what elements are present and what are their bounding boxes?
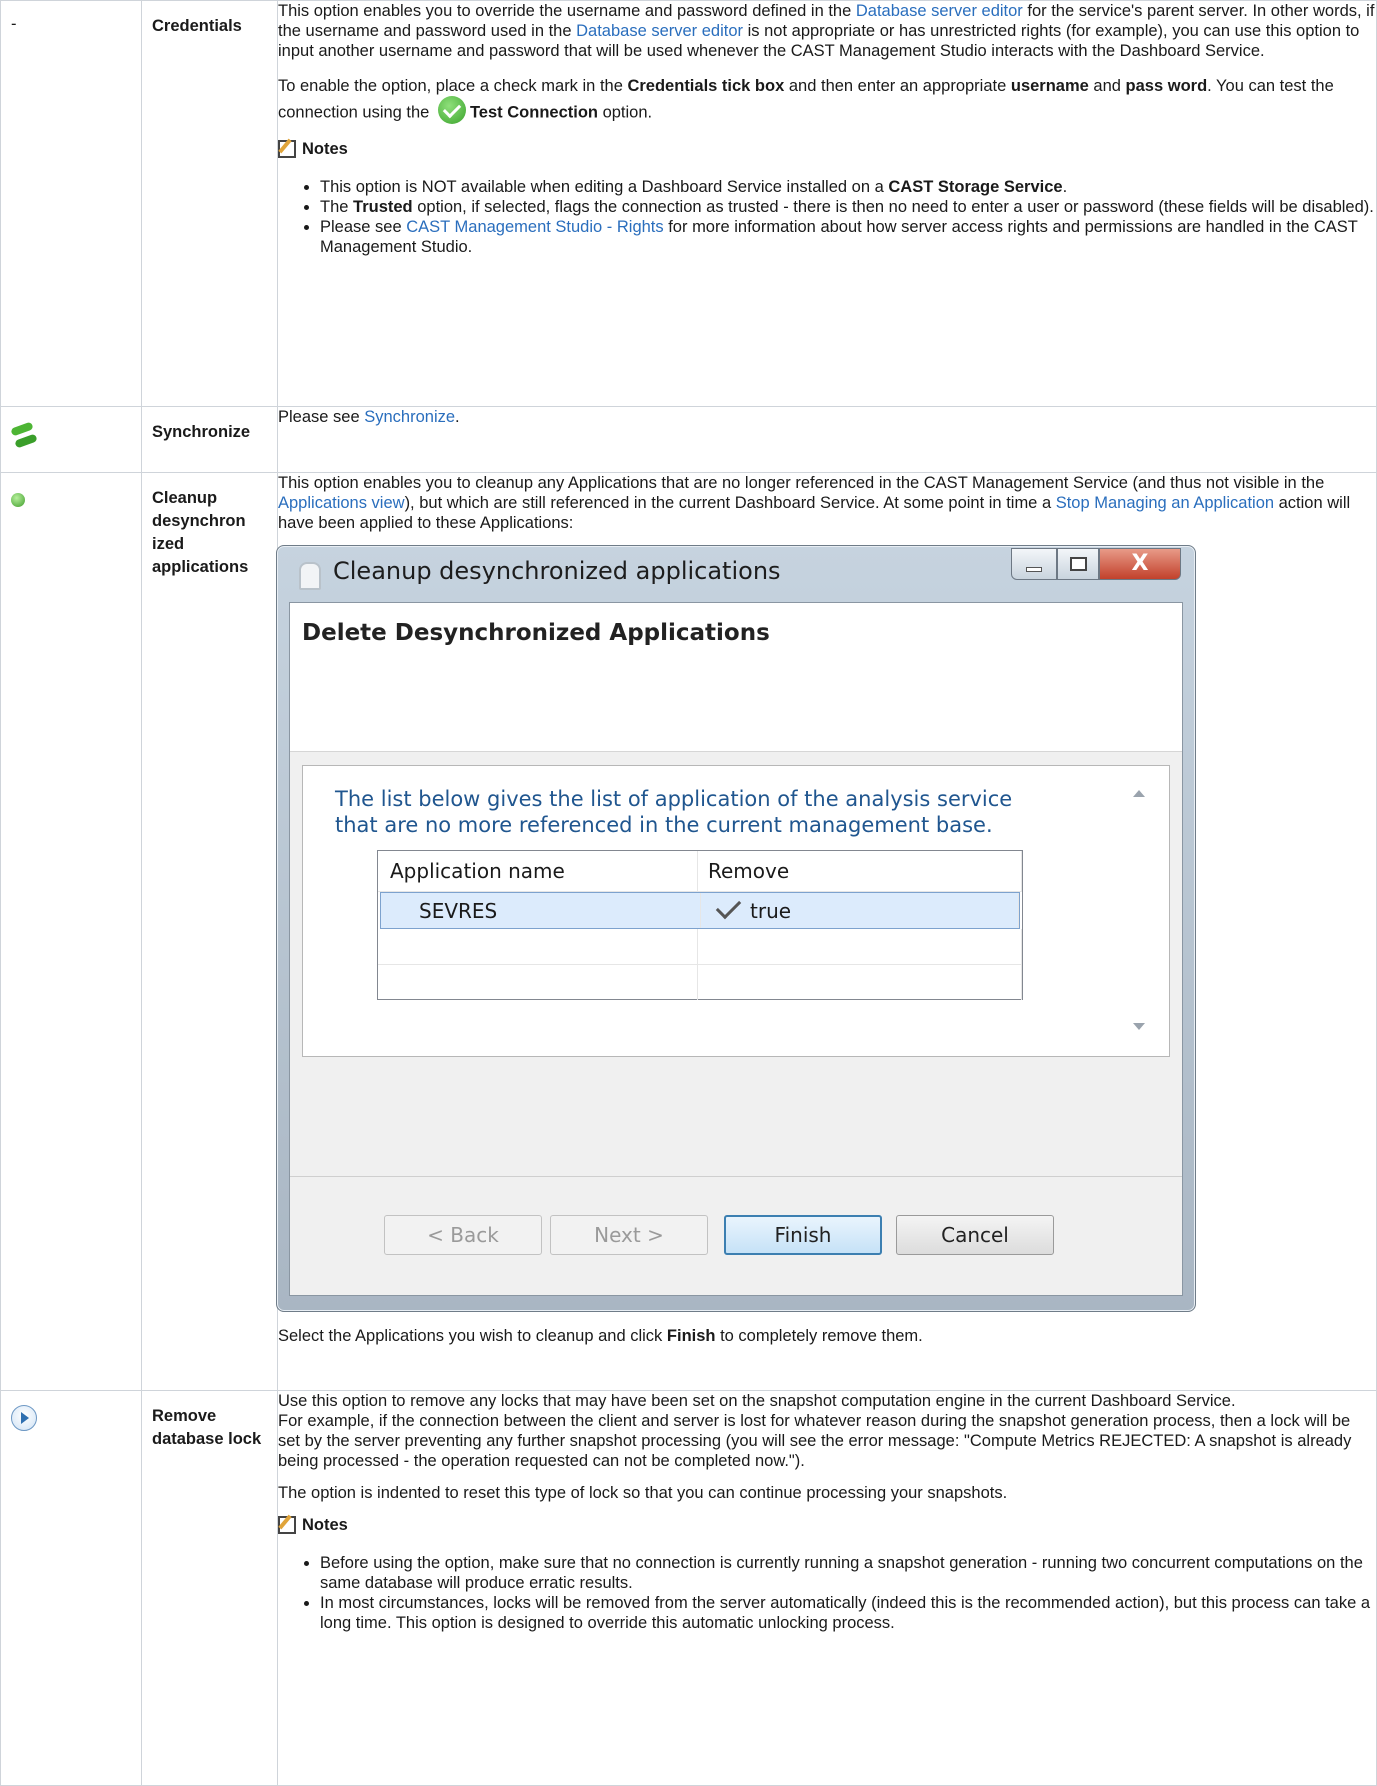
scroll-down-icon[interactable] (1133, 1023, 1145, 1030)
synchronize-link[interactable]: Synchronize (364, 408, 455, 426)
database-server-editor-link-2[interactable]: Database server editor (576, 22, 743, 40)
lock-paragraph-1b: For example, if the connection between t… (278, 1412, 1352, 1470)
dialog-heading: Delete Desynchronized Applications (302, 620, 770, 646)
database-server-editor-link[interactable]: Database server editor (856, 2, 1023, 20)
list-item: The Trusted option, if selected, flags t… (320, 197, 1376, 217)
row-icon-cell (0, 406, 142, 473)
synchronize-paragraph: Please see Synchronize. (278, 408, 460, 426)
list-item: Before using the option, make sure that … (320, 1553, 1376, 1593)
option-name: Remove database lock (152, 1407, 262, 1448)
row-icon-cell: - (0, 0, 142, 407)
notes-list: This option is NOT available when editin… (278, 177, 1376, 257)
table-row (378, 965, 1022, 1000)
table-header: Application name Remove (378, 851, 1022, 892)
notes-list: Before using the option, make sure that … (278, 1553, 1376, 1633)
table-row[interactable]: SEVRES true (380, 892, 1020, 929)
next-button[interactable]: Next > (550, 1215, 708, 1255)
test-connection-icon (437, 96, 466, 124)
option-description-cell: This option enables you to override the … (277, 0, 1377, 407)
applications-view-link[interactable]: Applications view (278, 494, 405, 512)
sync-icon (9, 419, 39, 449)
close-button[interactable]: X (1099, 548, 1181, 580)
play-icon (11, 1405, 37, 1431)
dialog-header: Delete Desynchronized Applications (290, 603, 1182, 752)
column-header[interactable]: Application name (378, 851, 698, 891)
cancel-button[interactable]: Cancel (896, 1215, 1054, 1255)
dialog-footer: < Back Next > Finish Cancel (290, 1176, 1182, 1295)
option-name-cell: Synchronize (141, 406, 278, 473)
cleanup-dialog-screenshot: Cleanup desynchronized applications X De… (276, 545, 1196, 1312)
lock-paragraph-2: The option is indented to reset this typ… (278, 1484, 1008, 1502)
app-icon (299, 562, 321, 590)
dialog-message: The list below gives the list of applica… (335, 787, 1013, 837)
option-description-cell: Use this option to remove any locks that… (277, 1390, 1377, 1786)
cleanup-paragraph-1: This option enables you to cleanup any A… (278, 474, 1351, 532)
cleanup-paragraph-2: Select the Applications you wish to clea… (278, 1327, 923, 1345)
dialog-panel: The list below gives the list of applica… (302, 765, 1170, 1057)
list-item: In most circumstances, locks will be rem… (320, 1593, 1376, 1633)
option-name: Cleanup desynchron ized applications (152, 489, 249, 576)
credentials-paragraph-2: To enable the option, place a check mark… (278, 73, 1376, 127)
cleanup-icon (11, 493, 25, 507)
scroll-up-icon[interactable] (1133, 790, 1145, 797)
row-icon-cell (0, 472, 142, 1391)
dash-marker: - (11, 15, 17, 33)
row-icon-cell (0, 1390, 142, 1786)
finish-button[interactable]: Finish (724, 1215, 882, 1255)
option-name: Synchronize (152, 423, 251, 441)
notes-icon (278, 140, 296, 158)
notes-heading: Notes (278, 1515, 1376, 1535)
option-name-cell: Cleanup desynchron ized applications (141, 472, 278, 1391)
option-name: Credentials (152, 17, 242, 35)
option-description-cell: Please see Synchronize. (277, 406, 1377, 473)
dialog-title: Cleanup desynchronized applications (333, 557, 781, 585)
remove-cell[interactable]: true (701, 893, 1019, 928)
rights-link[interactable]: CAST Management Studio - Rights (406, 218, 663, 236)
minimize-button[interactable] (1011, 548, 1057, 580)
credentials-paragraph-1: This option enables you to override the … (278, 2, 1375, 60)
notes-icon (278, 1516, 296, 1534)
option-description-cell: This option enables you to cleanup any A… (276, 472, 1377, 1391)
back-button[interactable]: < Back (384, 1215, 542, 1255)
applications-table: Application name Remove SEVRES true (377, 850, 1023, 1000)
dialog-title-bar: Cleanup desynchronized applications X (277, 546, 1195, 602)
option-name-cell: Credentials (141, 0, 278, 407)
stop-managing-link[interactable]: Stop Managing an Application (1056, 494, 1274, 512)
column-header[interactable]: Remove (698, 851, 1022, 891)
lock-paragraph-1: Use this option to remove any locks that… (278, 1392, 1236, 1410)
list-item: This option is NOT available when editin… (320, 177, 1376, 197)
application-name-cell: SEVRES (381, 893, 701, 928)
list-item: Please see CAST Management Studio - Righ… (320, 217, 1376, 257)
option-name-cell: Remove database lock (141, 1390, 278, 1786)
notes-heading: Notes (278, 139, 1376, 159)
table-row (378, 929, 1022, 965)
checkmark-icon[interactable] (715, 893, 742, 920)
maximize-button[interactable] (1057, 548, 1099, 580)
